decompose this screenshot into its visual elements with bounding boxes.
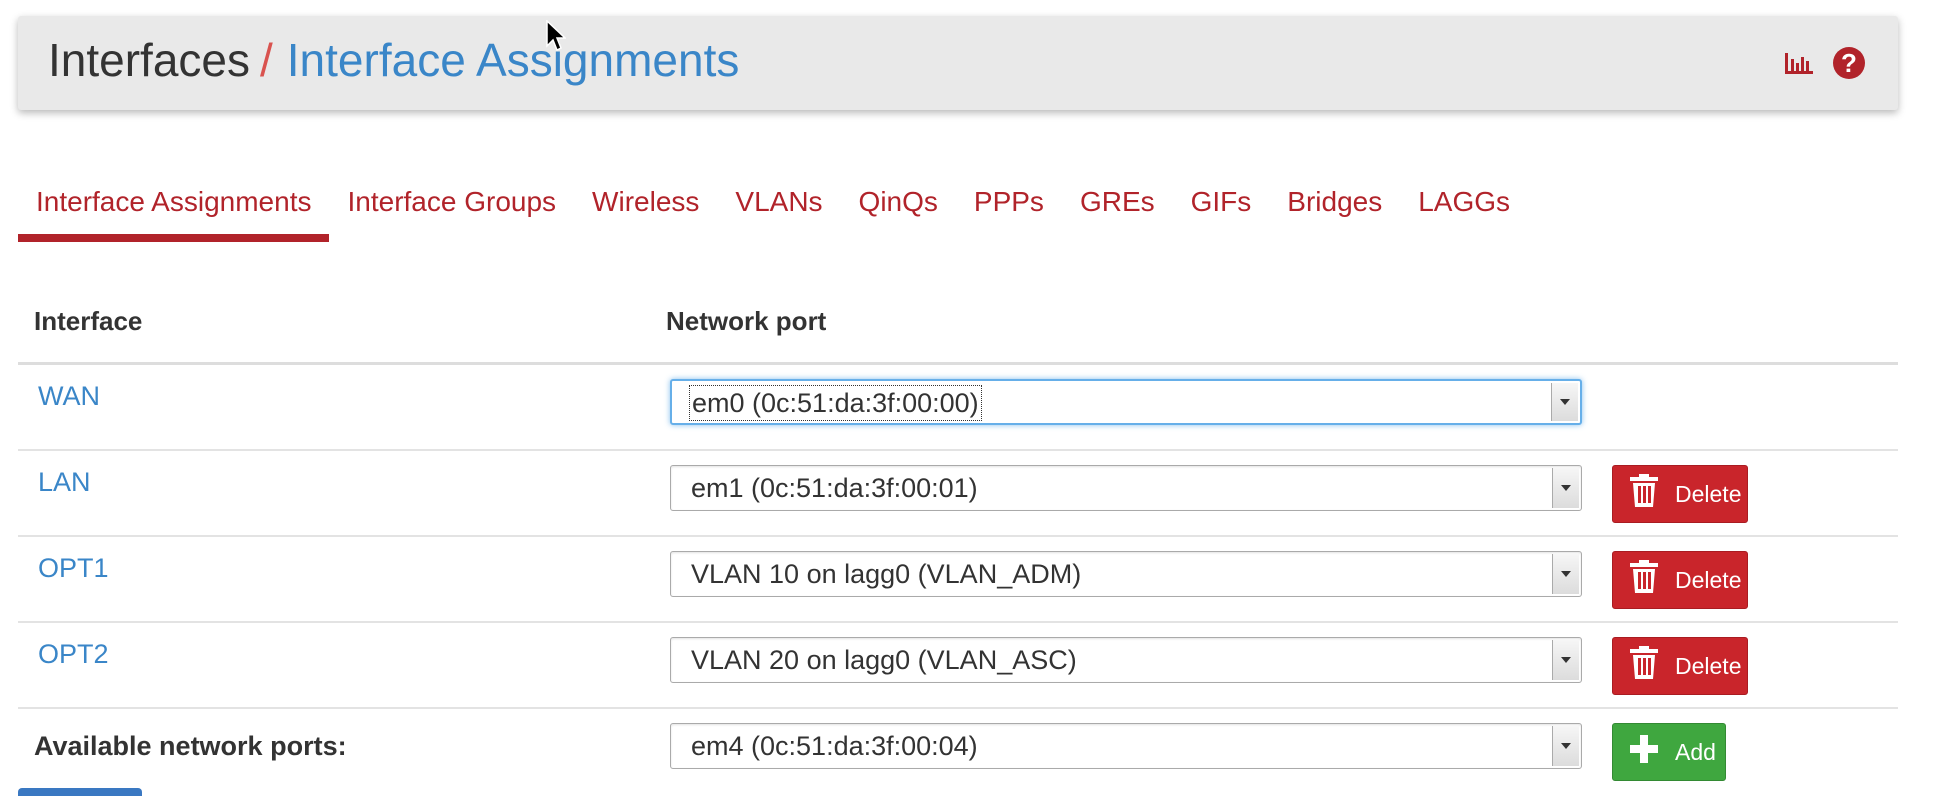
delete-button-lan[interactable]: Delete (1612, 465, 1748, 523)
delete-label: Delete (1675, 652, 1742, 679)
available-port-select[interactable]: em4 (0c:51:da:3f:00:04) (670, 723, 1582, 769)
tab-bridges[interactable]: Bridges (1269, 172, 1400, 242)
chevron-down-icon[interactable] (1552, 468, 1579, 508)
help-icon[interactable]: ? (1832, 46, 1866, 80)
tab-interface-groups[interactable]: Interface Groups (329, 172, 574, 242)
table-row-available-ports: Available network ports: em4 (0c:51:da:3… (18, 709, 1898, 795)
chevron-down-icon[interactable] (1552, 554, 1579, 594)
header-icons: ? (1784, 46, 1866, 80)
tab-gifs[interactable]: GIFs (1173, 172, 1270, 242)
tab-gres[interactable]: GREs (1062, 172, 1173, 242)
network-port-select-opt2[interactable]: VLAN 20 on lagg0 (VLAN_ASC) (670, 637, 1582, 683)
plus-icon (1629, 734, 1659, 770)
select-value: em0 (0c:51:da:3f:00:00) (689, 385, 982, 421)
breadcrumb-root[interactable]: Interfaces (48, 34, 250, 86)
interface-assignments-table: Interface Network port WAN em0 (0c:51:da… (18, 290, 1898, 795)
delete-button-opt1[interactable]: Delete (1612, 551, 1748, 609)
tab-bar: Interface Assignments Interface Groups W… (18, 172, 1528, 242)
tab-laggs[interactable]: LAGGs (1400, 172, 1528, 242)
interface-link-wan[interactable]: WAN (38, 381, 100, 412)
table-row: WAN em0 (0c:51:da:3f:00:00) (18, 365, 1898, 451)
table-row: OPT2 VLAN 20 on lagg0 (VLAN_ASC) Delete (18, 623, 1898, 709)
delete-label: Delete (1675, 566, 1742, 593)
interface-link-opt1[interactable]: OPT1 (38, 553, 109, 584)
save-button-partial[interactable] (18, 788, 142, 796)
tab-wireless[interactable]: Wireless (574, 172, 717, 242)
breadcrumb: Interfaces / Interface Assignments (48, 32, 739, 88)
chevron-down-icon[interactable] (1551, 383, 1578, 421)
trash-icon (1629, 474, 1659, 514)
table-row: LAN em1 (0c:51:da:3f:00:01) Delete (18, 451, 1898, 537)
trash-icon (1629, 560, 1659, 600)
delete-label: Delete (1675, 480, 1742, 507)
column-header-interface: Interface (34, 306, 143, 336)
svg-text:?: ? (1841, 48, 1857, 78)
tab-qinqs[interactable]: QinQs (841, 172, 956, 242)
interface-link-lan[interactable]: LAN (38, 467, 91, 498)
page: Interfaces / Interface Assignments ? Int… (0, 0, 1948, 796)
chevron-down-icon[interactable] (1552, 726, 1579, 766)
interface-link-opt2[interactable]: OPT2 (38, 639, 109, 670)
select-value: VLAN 20 on lagg0 (VLAN_ASC) (691, 645, 1077, 675)
select-value: VLAN 10 on lagg0 (VLAN_ADM) (691, 559, 1082, 589)
trash-icon (1629, 646, 1659, 686)
mouse-cursor-icon (546, 19, 567, 57)
bar-chart-icon[interactable] (1784, 51, 1814, 75)
table-header: Interface Network port (18, 290, 1898, 365)
chevron-down-icon[interactable] (1552, 640, 1579, 680)
column-header-network-port: Network port (666, 306, 827, 336)
table-row: OPT1 VLAN 10 on lagg0 (VLAN_ADM) Delete (18, 537, 1898, 623)
available-ports-label: Available network ports: (34, 731, 347, 761)
select-value: em4 (0c:51:da:3f:00:04) (691, 731, 978, 761)
tab-vlans[interactable]: VLANs (717, 172, 840, 242)
tab-interface-assignments[interactable]: Interface Assignments (18, 172, 330, 242)
add-button[interactable]: Add (1612, 723, 1726, 781)
select-value: em1 (0c:51:da:3f:00:01) (691, 473, 978, 503)
network-port-select-lan[interactable]: em1 (0c:51:da:3f:00:01) (670, 465, 1582, 511)
breadcrumb-separator: / (260, 34, 273, 86)
delete-button-opt2[interactable]: Delete (1612, 637, 1748, 695)
network-port-select-opt1[interactable]: VLAN 10 on lagg0 (VLAN_ADM) (670, 551, 1582, 597)
page-header: Interfaces / Interface Assignments ? (18, 16, 1898, 110)
network-port-select-wan[interactable]: em0 (0c:51:da:3f:00:00) (670, 379, 1582, 425)
breadcrumb-current[interactable]: Interface Assignments (287, 34, 740, 86)
add-label: Add (1675, 738, 1716, 765)
tab-ppps[interactable]: PPPs (956, 172, 1062, 242)
